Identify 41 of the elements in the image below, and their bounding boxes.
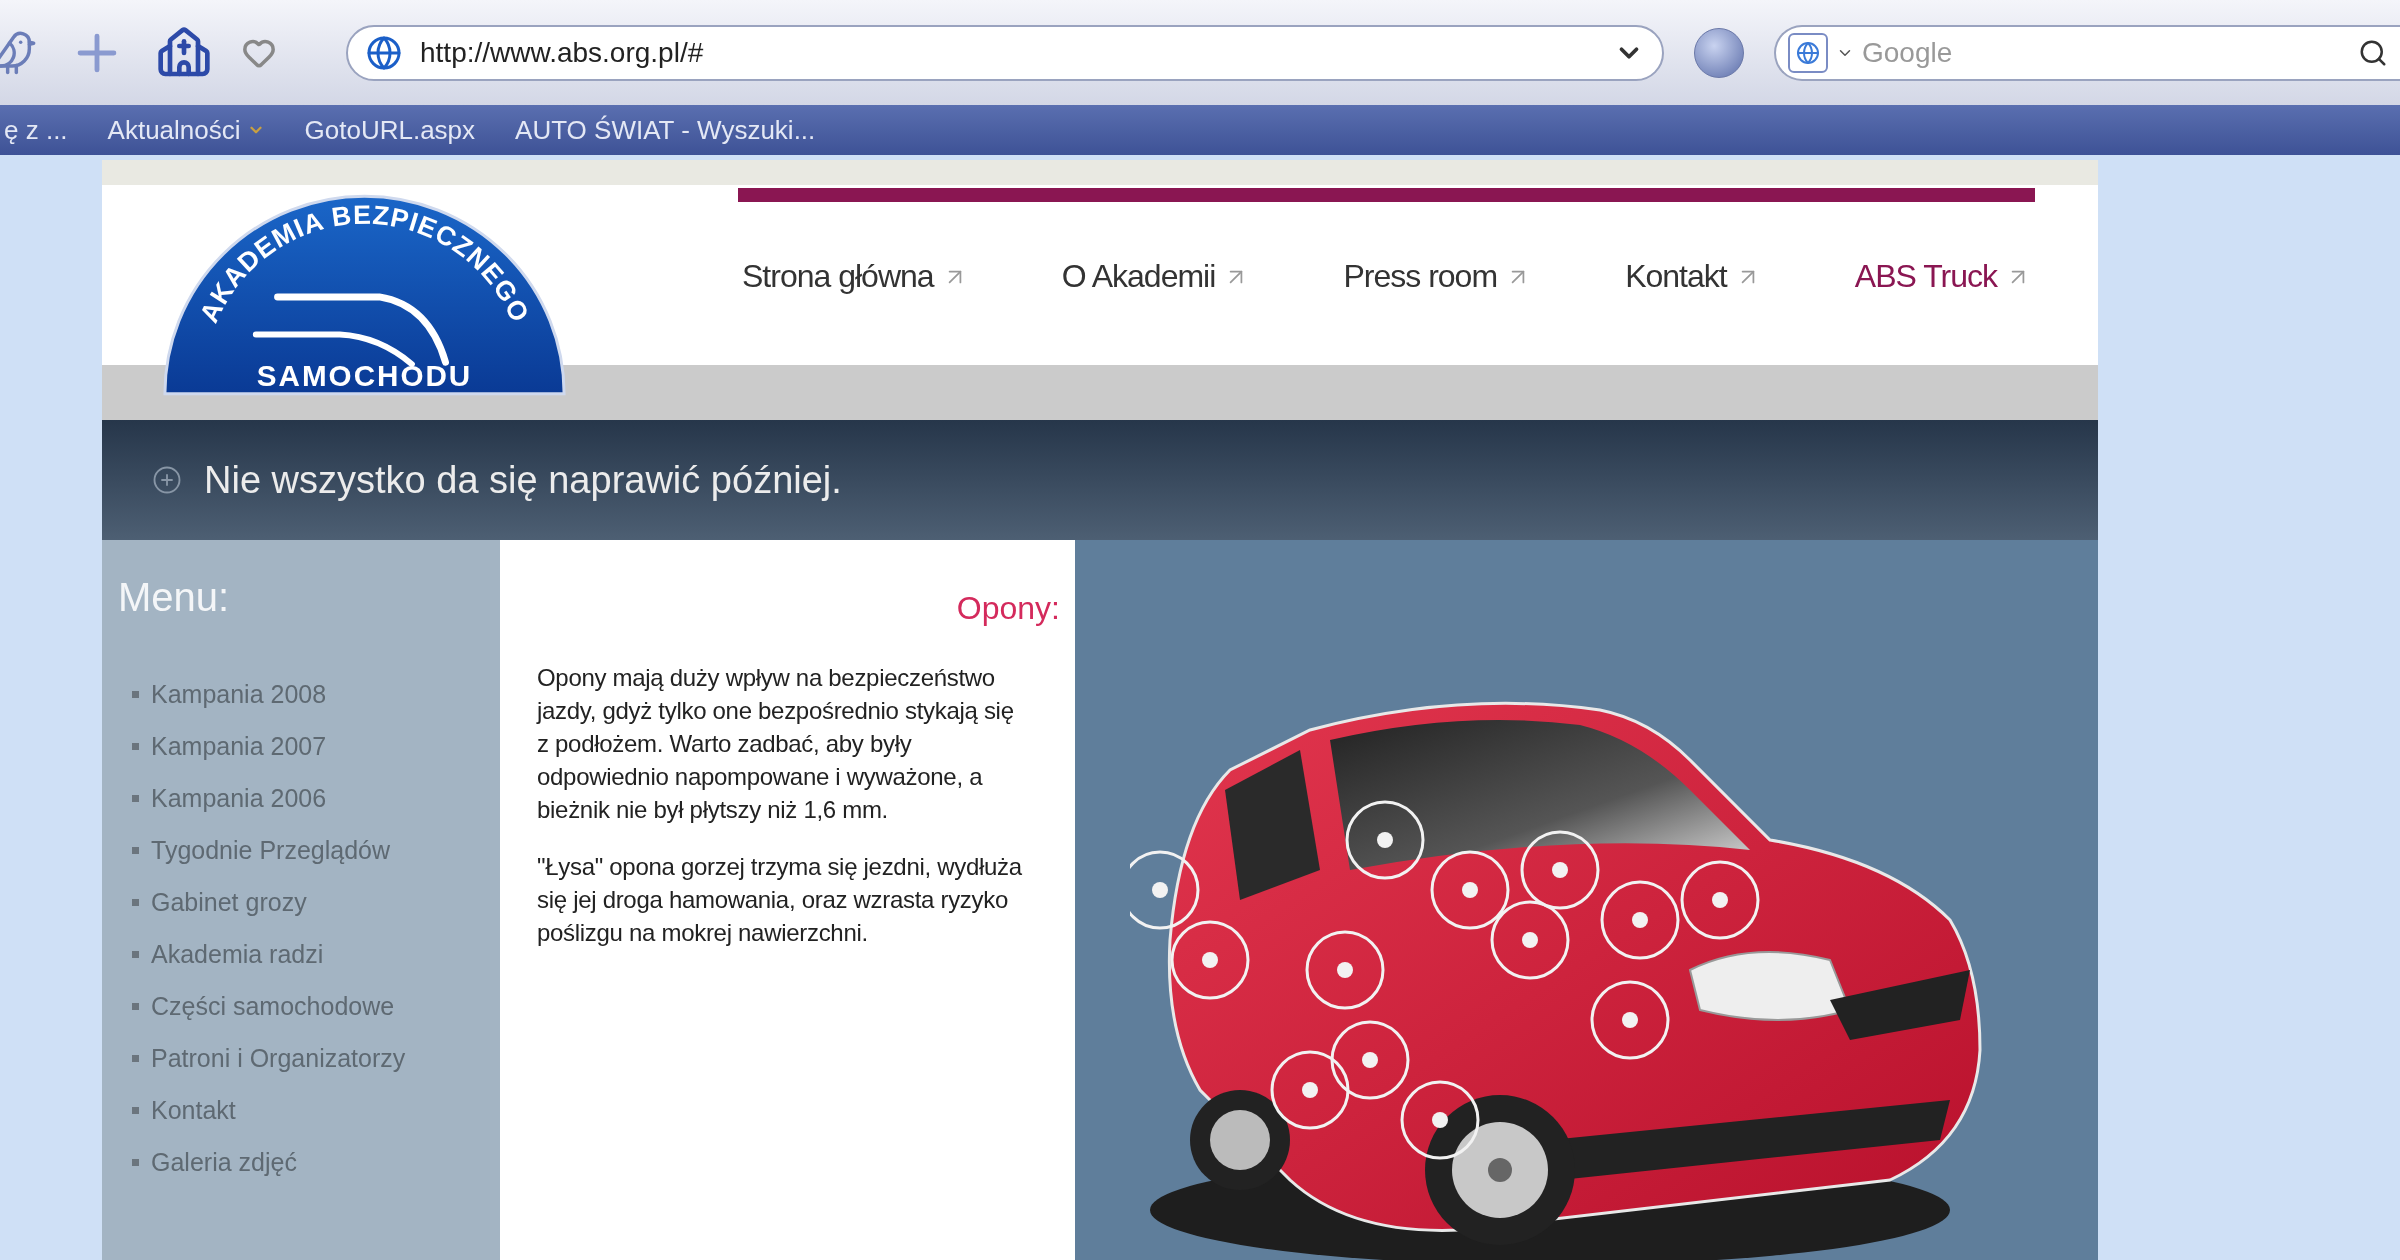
go-button[interactable] [1694,27,1744,78]
menu-item[interactable]: Gabinet grozy [118,876,500,928]
address-field[interactable]: http://www.abs.org.pl/# [346,24,1664,81]
nav-link[interactable]: Strona główna [742,258,968,295]
menu-item[interactable]: Kampania 2006 [118,772,500,824]
bullet-icon [132,1002,139,1010]
logo-text: SAMOCHODU [256,358,473,392]
menu-item[interactable]: Części samochodowe [118,980,500,1032]
menu-item[interactable]: Kontakt [118,1084,500,1136]
nav-link[interactable]: O Akademii [1061,258,1250,295]
menu-item[interactable]: Tygodnie Przeglądów [118,824,500,876]
circle-plus-icon [152,465,182,495]
search-engine-icon[interactable] [1788,32,1828,73]
slogan: Nie wszystko da się naprawić później. [204,458,842,502]
bookmark-link[interactable]: AUTO ŚWIAT - Wyszuki... [515,114,816,146]
bullet-icon [132,898,139,906]
article-paragraph: "Łysa" opona gorzej trzyma się jezdni, wydłuża się jej droga hamowania, oraz wzrasta ryzyko poślizgu na mokrej nawierzchni. [537,852,1023,948]
menu-title: Menu: [118,575,231,620]
bookmark-link[interactable]: Aktualności [107,114,265,146]
article-title: Opony: [956,590,1060,627]
bullet-icon [132,1158,139,1166]
bullet-icon [132,950,139,958]
article-paragraph: Opony mają duży wpływ na bezpieczeństwo jazdy, gdyż tylko one bezpośrednio stykają się z podłożem. Warto zadbać, aby były odpowiednio napompowane i wyważone, a bieżnik nie był płytszy niż 1,6 mm. [537,663,1015,825]
bullet-icon [132,1054,139,1062]
nav-link[interactable]: Kontakt [1625,258,1761,295]
search-field[interactable]: Google [1774,24,2400,81]
bullet-icon [132,1106,139,1114]
nav-link[interactable]: ABS Truck [1854,258,2031,295]
bookmark-link[interactable]: ę z ... [4,114,68,146]
bullet-icon [132,794,139,802]
nav-link[interactable]: Press room [1343,258,1532,295]
bullet-icon [132,846,139,854]
menu-item[interactable]: Kampania 2007 [118,720,500,772]
bookmark-link[interactable]: GotoURL.aspx [304,114,476,146]
bullet-icon [132,690,139,698]
globe-icon [366,34,402,71]
menu-item[interactable]: Akademia radzi [118,928,500,980]
menu-item[interactable]: Patroni i Organizatorzy [118,1032,500,1084]
menu-item[interactable]: Galeria zdjęć [118,1136,500,1188]
bullet-icon [132,742,139,750]
menu-item[interactable]: Kampania 2008 [118,668,500,720]
